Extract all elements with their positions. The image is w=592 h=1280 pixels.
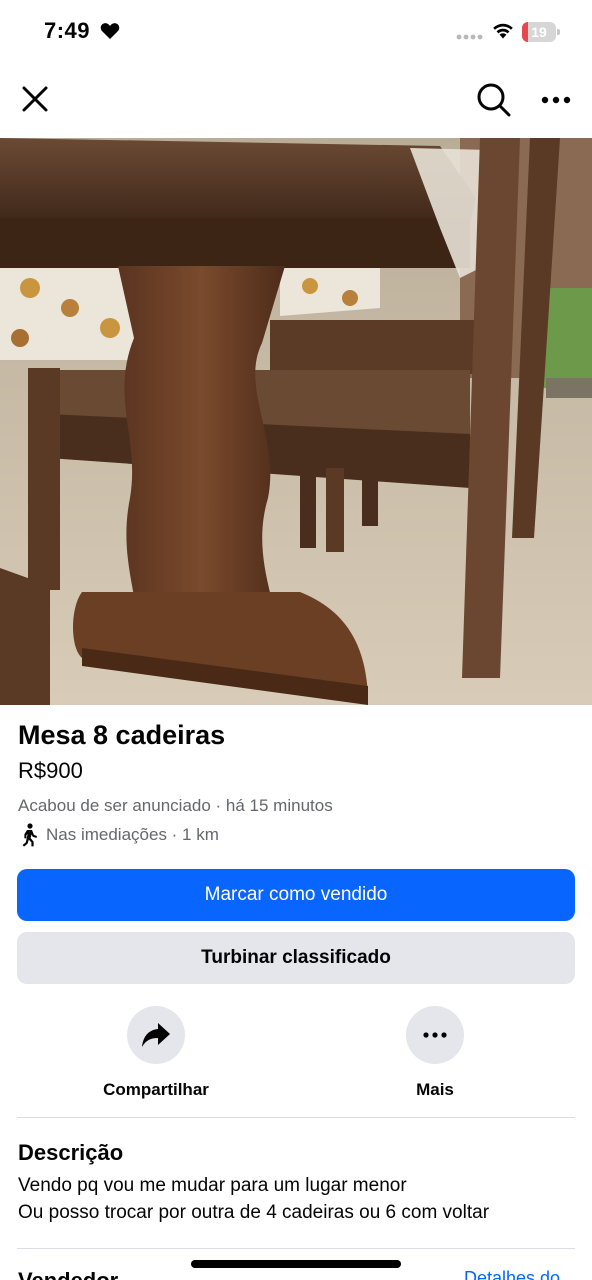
listing-title: Mesa 8 cadeiras (18, 720, 226, 750)
more-options-button[interactable] (534, 78, 578, 122)
wifi-icon (493, 23, 513, 39)
share-action[interactable]: Compartilhar (86, 1006, 226, 1100)
home-indicator[interactable] (191, 1260, 401, 1268)
description-heading: Descrição (18, 1140, 124, 1165)
search-icon (477, 83, 511, 117)
more-horizontal-icon (541, 96, 571, 104)
status-bar: 7:49 19 (0, 0, 592, 64)
share-button[interactable] (127, 1006, 185, 1064)
close-button[interactable] (14, 78, 56, 120)
cellular-signal-icon (456, 34, 483, 40)
search-button[interactable] (472, 78, 516, 122)
mark-as-sold-label: Marcar como vendido (204, 884, 388, 905)
description-line-1: Vendo pq vou me mudar para um lugar meno… (18, 1175, 407, 1196)
listing-status: Acabou de ser anunciado (18, 796, 211, 815)
boost-listing-button[interactable]: Turbinar classificado (17, 932, 575, 984)
section-divider (17, 1248, 575, 1249)
listing-photo-image (0, 138, 592, 705)
share-arrow-icon (142, 1023, 170, 1047)
walking-person-icon (22, 823, 37, 847)
seller-details-link[interactable]: Detalhes do (464, 1268, 560, 1280)
listing-photo[interactable] (0, 138, 592, 705)
listing-meta: Acabou de ser anunciado · há 15 minutos (18, 796, 333, 816)
close-icon (22, 86, 48, 112)
battery-indicator: 19 (522, 22, 560, 42)
listing-time-ago: · há 15 minutos (210, 796, 333, 815)
more-horizontal-icon (423, 1032, 447, 1038)
share-label: Compartilhar (103, 1080, 209, 1099)
seller-heading: Vendedor (18, 1268, 118, 1280)
section-divider (17, 1117, 575, 1118)
location-text: Nas imediações · 1 km (46, 825, 219, 844)
nav-bar (0, 64, 592, 138)
more-button[interactable] (406, 1006, 464, 1064)
more-label: Mais (416, 1080, 454, 1099)
battery-level: 19 (531, 24, 547, 40)
listing-price: R$900 (18, 758, 83, 783)
description-line-2: Ou posso trocar por outra de 4 cadeiras … (18, 1202, 490, 1223)
boost-listing-label: Turbinar classificado (201, 947, 391, 968)
more-action[interactable]: Mais (365, 1006, 505, 1100)
status-time: 7:49 (44, 18, 91, 43)
heart-icon (100, 23, 120, 39)
listing-location: Nas imediações · 1 km (18, 822, 219, 848)
mark-as-sold-button[interactable]: Marcar como vendido (17, 869, 575, 921)
